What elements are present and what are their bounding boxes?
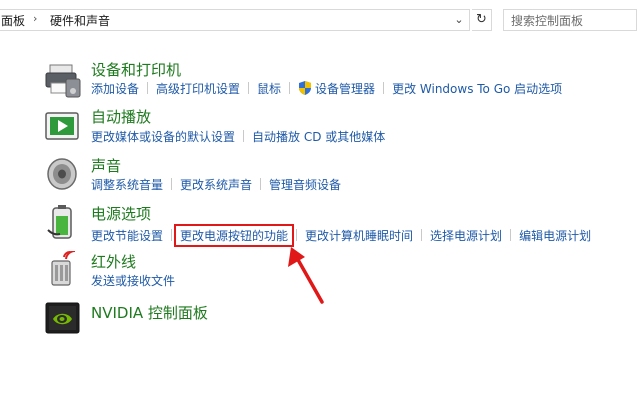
annotation-arrow-icon <box>288 247 324 304</box>
